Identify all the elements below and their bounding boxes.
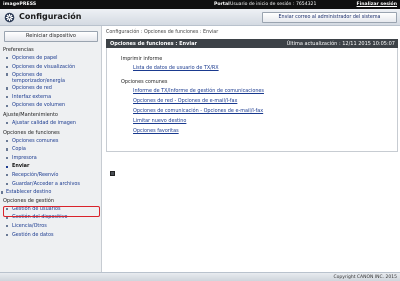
last-update-label: Última actualización : 12/11 2015 10:05:…	[286, 40, 395, 47]
sidebar-item-common[interactable]: Opciones comunes	[0, 137, 102, 146]
link-network-settings[interactable]: Opciones de red - Opciones de e-mail/I-f…	[133, 98, 237, 104]
sidebar-item-printer[interactable]: Impresora	[0, 154, 102, 163]
sidebar-item-data-management[interactable]: Gestión de datos	[0, 231, 102, 240]
bullet-icon	[6, 148, 9, 151]
link-limit-new-destination[interactable]: Limitar nuevo destino	[133, 118, 186, 124]
bullet-icon	[6, 104, 9, 107]
page-header: Configuración Enviar correo al administr…	[0, 9, 400, 26]
bullet-icon	[6, 122, 9, 125]
main-content: Configuración : Opciones de funciones : …	[103, 26, 400, 272]
brand-label: imagePRESS	[3, 1, 37, 7]
sidebar-item-timer-energy[interactable]: Opciones de temporizador/energía	[0, 71, 102, 84]
sidebar-item-paper[interactable]: Opciones de papel	[0, 54, 102, 63]
bullet-icon	[6, 65, 9, 69]
bullet-icon	[6, 165, 9, 168]
bullet-icon	[6, 233, 9, 236]
panel-body: Imprimir informe Lista de datos de usuar…	[106, 48, 398, 152]
bullet-icon	[6, 225, 9, 228]
sidebar-item-copy[interactable]: Copia	[0, 145, 102, 154]
restart-device-button[interactable]: Reiniciar dispositivo	[4, 31, 98, 42]
sidebar-section-function-settings: Opciones de funciones	[3, 129, 60, 136]
selection-highlight	[3, 206, 100, 217]
bullet-icon	[6, 73, 9, 76]
bullet-icon	[6, 96, 9, 99]
sidebar-item-volume[interactable]: Opciones de volumen	[0, 101, 102, 110]
sidebar: Reiniciar dispositivo Preferencias Opcio…	[0, 26, 102, 272]
panel-header: Opciones de funciones : Enviar Última ac…	[106, 39, 398, 48]
panel-title: Opciones de funciones : Enviar	[110, 40, 197, 47]
gear-icon	[4, 12, 15, 23]
sidebar-section-management: Opciones de gestión	[3, 197, 55, 204]
bullet-icon	[6, 87, 9, 90]
sidebar-item-receive-forward[interactable]: Recepción/Reenvío	[0, 171, 102, 180]
sidebar-section-preferences: Preferencias	[3, 47, 34, 53]
sidebar-section-maintenance: Ajuste/Mantenimiento	[3, 111, 58, 118]
sidebar-item-send[interactable]: Enviar	[0, 162, 102, 171]
sidebar-item-set-destination[interactable]: Establecer destino	[0, 188, 102, 197]
bullet-icon	[6, 182, 9, 186]
link-favorite-settings[interactable]: Opciones favoritas	[133, 128, 179, 134]
copyright-label: Copyright CANON INC. 2015	[333, 274, 398, 280]
bullet-icon	[6, 139, 9, 143]
link-tx-report[interactable]: Informe de TX/Informe de gestión de comu…	[133, 88, 264, 94]
login-user-label: Usuario de inicio de sesión : 7654321	[230, 1, 317, 7]
page-top-icon[interactable]	[110, 171, 115, 176]
group-common-settings: Opciones comunes	[121, 79, 168, 85]
sidebar-item-display[interactable]: Opciones de visualización	[0, 63, 102, 72]
sidebar-item-image-quality[interactable]: Ajustar calidad de imagen	[0, 119, 102, 128]
sidebar-item-license-other[interactable]: Licencia/Otros	[0, 222, 102, 231]
portal-link[interactable]: Portal	[214, 2, 230, 7]
sidebar-item-network[interactable]: Opciones de red	[0, 84, 102, 93]
link-communication-settings[interactable]: Opciones de comunicación - Opciones de e…	[133, 108, 263, 114]
logout-link[interactable]: Finalizar sesión	[357, 2, 397, 7]
bullet-icon	[6, 57, 9, 60]
sidebar-item-store-access-files[interactable]: Guardar/Acceder a archivos	[0, 180, 102, 189]
top-bar: imagePRESS Portal Usuario de inicio de s…	[0, 0, 400, 9]
page-title: Configuración	[19, 12, 82, 21]
group-print-report: Imprimir informe	[121, 56, 163, 62]
link-user-data-list[interactable]: Lista de datos de usuario de TX/RX	[133, 65, 219, 71]
mail-admin-button[interactable]: Enviar correo al administrador del siste…	[262, 12, 397, 23]
breadcrumb: Configuración : Opciones de funciones : …	[106, 30, 219, 35]
footer: Copyright CANON INC. 2015	[0, 272, 400, 281]
bullet-icon	[6, 157, 9, 160]
sidebar-item-external-interface[interactable]: Interfaz externa	[0, 93, 102, 102]
bullet-icon	[6, 174, 9, 177]
bullet-icon	[1, 191, 4, 194]
